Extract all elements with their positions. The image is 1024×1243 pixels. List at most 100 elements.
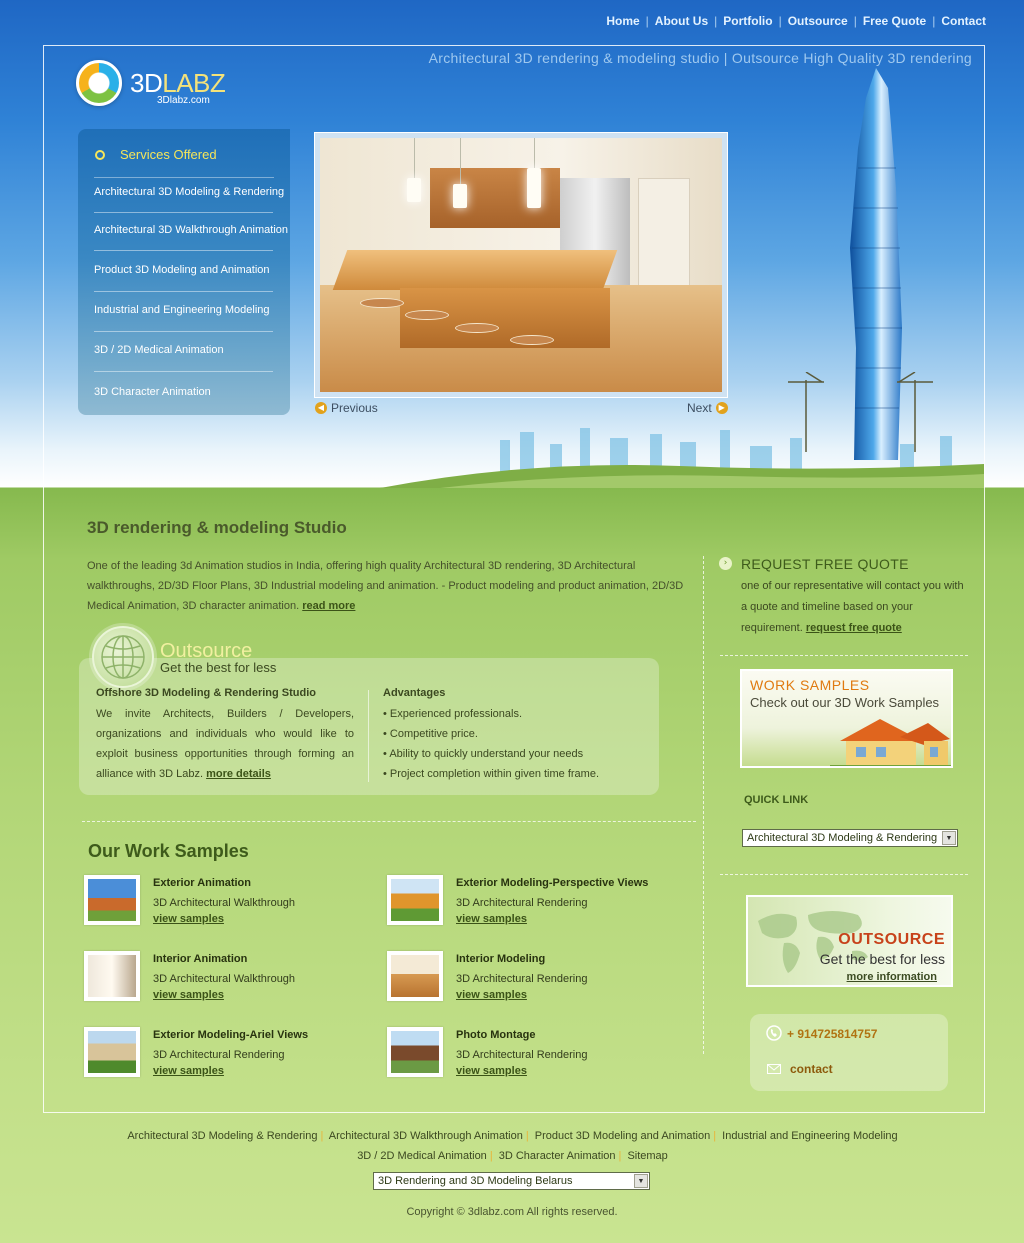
sample-subtitle: 3D Architectural Rendering	[456, 897, 588, 909]
services-title: Services Offered	[94, 147, 274, 178]
list-item: • Ability to quickly understand your nee…	[383, 748, 584, 760]
next-button[interactable]: Next ▶	[687, 401, 728, 415]
service-item-industrial[interactable]: Industrial and Engineering Modeling	[94, 304, 274, 316]
dropdown-arrow-icon: ▼	[942, 831, 956, 845]
divider	[94, 250, 273, 251]
contact-link[interactable]: contact	[790, 1062, 833, 1076]
arrow-left-icon: ◀	[315, 402, 327, 414]
request-quote-link[interactable]: request free quote	[806, 622, 902, 634]
previous-button[interactable]: ◀ Previous	[315, 401, 378, 415]
envelope-icon	[767, 1064, 781, 1074]
sample-thumbnail[interactable]	[387, 1027, 443, 1077]
footer-link[interactable]: Architectural 3D Walkthrough Animation	[329, 1130, 523, 1142]
top-nav: Home | About Us | Portfolio | Outsource …	[606, 14, 986, 28]
nav-outsource[interactable]: Outsource	[788, 14, 848, 28]
sample-thumbnail[interactable]	[387, 951, 443, 1001]
quick-link-select[interactable]: Architectural 3D Modeling & Rendering ▼	[742, 829, 958, 847]
nav-contact[interactable]: Contact	[941, 14, 986, 28]
city-skyline-illustration	[380, 428, 984, 488]
site-select-value: 3D Rendering and 3D Modeling Belarus	[378, 1175, 573, 1187]
divider	[720, 874, 968, 875]
logo[interactable]: 3DLABZ 3Dlabz.com	[76, 60, 226, 110]
more-details-link[interactable]: more details	[206, 768, 271, 780]
nav-separator: |	[645, 14, 649, 28]
divider	[82, 821, 696, 822]
outsource-banner[interactable]: OUTSOURCE Get the best for less more inf…	[746, 895, 953, 987]
divider	[94, 212, 273, 213]
advantages-title: Advantages	[383, 687, 446, 699]
arrow-right-icon: ▶	[715, 402, 728, 414]
service-item-character[interactable]: 3D Character Animation	[94, 386, 274, 398]
offshore-paragraph: We invite Architects, Builders / Develop…	[96, 704, 354, 784]
sample-subtitle: 3D Architectural Rendering	[456, 973, 588, 985]
header-tagline: Architectural 3D rendering & modeling st…	[428, 50, 972, 66]
sample-thumbnail[interactable]	[84, 1027, 140, 1077]
services-panel: Services Offered Architectural 3D Modeli…	[78, 129, 290, 415]
footer-link[interactable]: Product 3D Modeling and Animation	[535, 1130, 711, 1142]
footer-link-sitemap[interactable]: Sitemap	[627, 1150, 667, 1162]
logo-text-labz: LABZ	[162, 68, 226, 98]
nav-separator: |	[714, 14, 718, 28]
work-samples-banner[interactable]: WORK SAMPLES Check out our 3D Work Sampl…	[740, 669, 953, 768]
sample-thumbnail[interactable]	[387, 875, 443, 925]
site-select[interactable]: 3D Rendering and 3D Modeling Belarus ▼	[373, 1172, 650, 1190]
sample-item: Photo Montage 3D Architectural Rendering…	[387, 1027, 687, 1083]
list-item: • Project completion within given time f…	[383, 768, 600, 780]
view-samples-link[interactable]: view samples	[153, 1065, 224, 1077]
nav-portfolio[interactable]: Portfolio	[723, 14, 772, 28]
view-samples-link[interactable]: view samples	[456, 913, 527, 925]
nav-about-us[interactable]: About Us	[655, 14, 708, 28]
sample-item: Exterior Modeling-Ariel Views 3D Archite…	[84, 1027, 384, 1083]
view-samples-link[interactable]: view samples	[456, 1065, 527, 1077]
request-quote-title: REQUEST FREE QUOTE	[741, 556, 909, 572]
globe-icon	[92, 626, 154, 688]
quick-link-label: QUICK LINK	[744, 794, 809, 806]
nav-separator: |	[932, 14, 936, 28]
services-title-label: Services Offered	[120, 147, 217, 162]
sample-item: Interior Modeling 3D Architectural Rende…	[387, 951, 687, 1007]
service-item-medical[interactable]: 3D / 2D Medical Animation	[94, 344, 274, 356]
nav-home[interactable]: Home	[606, 14, 639, 28]
next-label: Next	[687, 401, 712, 415]
footer-link[interactable]: 3D / 2D Medical Animation	[357, 1150, 487, 1162]
slideshow-frame	[314, 132, 728, 398]
phone-number: + 914725814757	[787, 1027, 878, 1041]
sample-subtitle: 3D Architectural Walkthrough	[153, 973, 296, 985]
sample-subtitle: 3D Architectural Rendering	[456, 1049, 588, 1061]
logo-text-3d: 3D	[130, 68, 163, 98]
outsource-subheading: Get the best for less	[160, 660, 277, 675]
nav-free-quote[interactable]: Free Quote	[863, 14, 926, 28]
read-more-link[interactable]: read more	[302, 600, 355, 612]
divider	[720, 655, 968, 656]
footer-link[interactable]: 3D Character Animation	[499, 1150, 616, 1162]
sample-subtitle: 3D Architectural Walkthrough	[153, 897, 296, 909]
more-information-link[interactable]: more information	[847, 971, 937, 983]
view-samples-link[interactable]: view samples	[153, 989, 224, 1001]
sample-title: Photo Montage	[456, 1029, 536, 1041]
sample-item: Interior Animation 3D Architectural Walk…	[84, 951, 384, 1007]
copyright-text: Copyright © 3dlabz.com All rights reserv…	[406, 1206, 618, 1218]
logo-subtitle: 3Dlabz.com	[157, 95, 210, 106]
work-samples-banner-title: WORK SAMPLES	[750, 677, 870, 693]
list-item: • Competitive price.	[383, 728, 478, 740]
page-title: 3D rendering & modeling Studio	[87, 518, 347, 537]
dropdown-arrow-icon: ▼	[634, 1174, 648, 1188]
view-samples-link[interactable]: view samples	[153, 913, 224, 925]
intro-paragraph: One of the leading 3d Animation studios …	[87, 556, 687, 616]
list-item: • Experienced professionals.	[383, 708, 522, 720]
sample-subtitle: 3D Architectural Rendering	[153, 1049, 285, 1061]
footer-link[interactable]: Industrial and Engineering Modeling	[722, 1130, 898, 1142]
service-item-product[interactable]: Product 3D Modeling and Animation	[94, 264, 274, 276]
sample-thumbnail[interactable]	[84, 951, 140, 1001]
outsource-banner-subtitle: Get the best for less	[819, 951, 945, 967]
sample-thumbnail[interactable]	[84, 875, 140, 925]
nav-separator: |	[778, 14, 782, 28]
nav-separator: |	[853, 14, 857, 28]
work-samples-title: Our Work Samples	[88, 841, 249, 861]
outsource-banner-title: OUTSOURCE	[838, 931, 945, 948]
footer-link[interactable]: Architectural 3D Modeling & Rendering	[127, 1130, 317, 1142]
sample-title: Interior Modeling	[456, 953, 546, 965]
service-item-arch-modeling[interactable]: Architectural 3D Modeling & Rendering	[94, 186, 284, 198]
view-samples-link[interactable]: view samples	[456, 989, 527, 1001]
service-item-walkthrough[interactable]: Architectural 3D Walkthrough Animation	[94, 224, 288, 236]
